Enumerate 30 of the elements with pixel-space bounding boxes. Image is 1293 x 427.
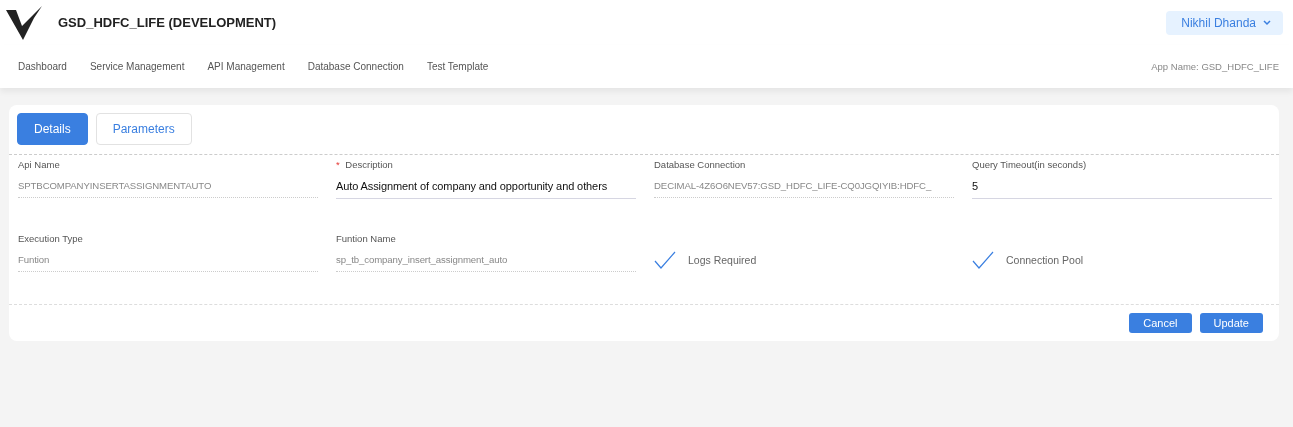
user-menu[interactable]: Nikhil Dhanda (1166, 10, 1283, 35)
field-label: Database Connection (654, 159, 747, 170)
checkbox-label: Connection Pool (1006, 254, 1084, 266)
app-title: GSD_HDFC_LIFE (DEVELOPMENT) (58, 15, 278, 30)
tab[interactable]: Parameters (95, 113, 192, 145)
input-field[interactable]: Auto Assignment of company and opportunity and others (336, 180, 636, 199)
input-field: SPTBCOMPANYINSERTASSIGNMENTAUTO (18, 180, 318, 198)
field-label: Api Name (18, 159, 61, 170)
nav-link[interactable]: Dashboard (18, 61, 67, 72)
nav-link[interactable]: Test Template (426, 61, 489, 72)
input-field: DECIMAL-4Z6O6NEV57:GSD_HDFC_LIFE-CQ0JGQIYIB:HDFC_ (654, 180, 954, 198)
app-name: App Name: GSD_HDFC_LIFE (1151, 61, 1279, 72)
nav-link[interactable]: Service Management (89, 61, 185, 72)
nav-link[interactable]: API Management (207, 61, 285, 72)
field-label: Execution Type (18, 233, 84, 244)
tab[interactable]: Details (17, 113, 88, 145)
input-field: sp_tb_company_insert_assignment_auto (336, 254, 636, 272)
checkmark-icon[interactable] (654, 251, 676, 269)
field-label: Description (344, 159, 393, 170)
field-label: Query Timeout(in seconds) (972, 159, 1088, 170)
required-mark: * (336, 159, 340, 170)
caret-icon[interactable] (1263, 19, 1271, 26)
input-field: Funtion (18, 254, 318, 272)
action-button[interactable]: Cancel (1129, 313, 1192, 333)
checkbox-label: Logs Required (688, 254, 757, 266)
input-field[interactable]: 5 (972, 180, 1272, 199)
checkmark-icon[interactable] (972, 251, 994, 269)
nav-link[interactable]: Database Connection (307, 61, 404, 72)
field-label: Funtion Name (336, 233, 397, 244)
action-button[interactable]: Update (1199, 313, 1263, 333)
